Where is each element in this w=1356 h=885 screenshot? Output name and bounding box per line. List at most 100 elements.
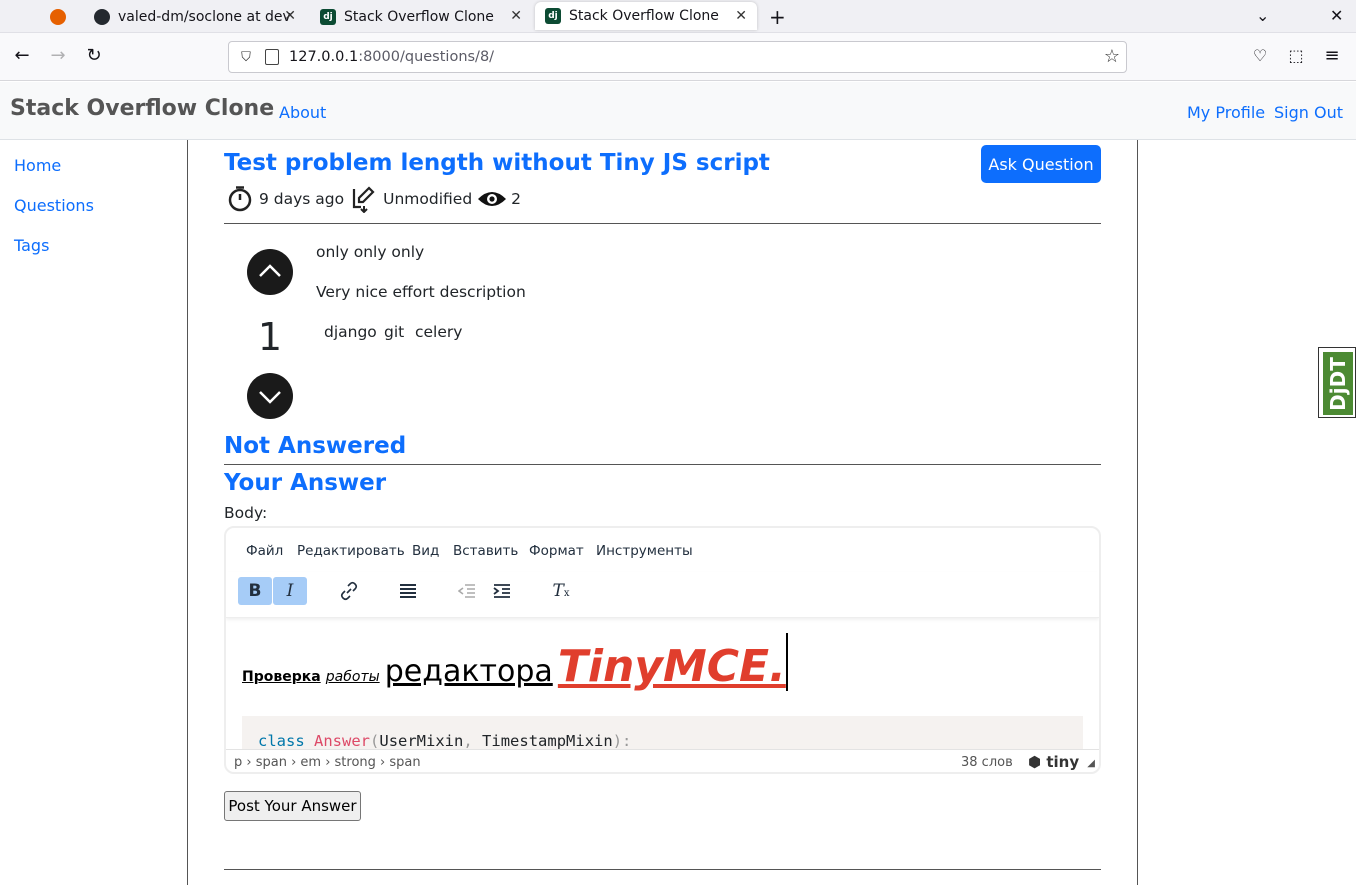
editor-toolbar: B I Tx [226, 572, 1099, 618]
close-window-icon[interactable]: ✕ [1330, 6, 1343, 25]
tag-celery[interactable]: celery [415, 323, 462, 341]
question-body-line: Very nice effort description [316, 283, 526, 301]
content-right-border [1137, 140, 1138, 885]
code-punct: ( [370, 732, 380, 749]
tag-django[interactable]: django [324, 323, 377, 341]
content-em: работы [325, 669, 380, 685]
editor-paragraph: Проверка работы редактора TinyMCE. [242, 633, 788, 692]
menu-file[interactable]: Файл [246, 543, 283, 559]
browser-tab-bar: valed-dm/soclone at dev ✕ dj Stack Overf… [0, 0, 1356, 33]
link-icon [340, 581, 358, 601]
django-icon: dj [320, 8, 336, 25]
chevron-down-icon[interactable]: ⌄ [1256, 6, 1269, 25]
created-time: 9 days ago [259, 190, 345, 208]
tag-git[interactable]: git [384, 323, 404, 341]
upvote-button[interactable] [247, 249, 293, 295]
tiny-logo[interactable]: ⬢ tiny [1028, 753, 1079, 771]
resize-handle-icon[interactable]: ◢ [1087, 758, 1095, 769]
tab-title: valed-dm/soclone at dev [118, 8, 291, 25]
question-title[interactable]: Test problem length without Tiny JS scri… [224, 150, 770, 176]
menu-edit[interactable]: Редактировать [297, 543, 405, 559]
new-tab-icon[interactable]: + [769, 5, 786, 29]
tab-stackoverflow-active[interactable]: dj Stack Overflow Clone ✕ [535, 2, 757, 30]
divider [224, 223, 1101, 224]
sidebar-item-home[interactable]: Home [14, 156, 61, 175]
tab-github[interactable]: valed-dm/soclone at dev ✕ [84, 0, 306, 33]
divider [224, 869, 1101, 870]
back-icon[interactable]: ← [10, 45, 34, 67]
divider [224, 464, 1101, 465]
django-debug-toolbar-handle[interactable]: DjDT [1318, 347, 1356, 418]
editor-statusbar: p › span › em › strong › span 38 слов ⬢ … [226, 749, 1099, 772]
close-icon[interactable]: ✕ [510, 8, 522, 24]
sidebar-item-tags[interactable]: Tags [14, 236, 49, 255]
clear-formatting-icon: Tx [552, 581, 570, 601]
pocket-icon[interactable]: ♡ [1248, 45, 1272, 67]
django-icon: dj [545, 8, 561, 24]
rich-text-editor[interactable]: Файл Редактировать Вид Вставить Формат И… [224, 526, 1101, 774]
code-arg: UserMixin [379, 732, 464, 749]
menu-view[interactable]: Вид [412, 543, 439, 559]
downvote-button[interactable] [247, 373, 293, 419]
ask-question-button[interactable]: Ask Question [981, 145, 1101, 183]
question-meta: 9 days ago Unmodified 2 [226, 186, 522, 213]
italic-button[interactable]: I [273, 577, 307, 605]
djdt-label: DjDT [1326, 356, 1351, 411]
github-icon [94, 8, 110, 25]
question-body-line: only only only [316, 243, 425, 261]
align-justify-icon [400, 584, 416, 598]
code-block: class Answer(UserMixin, TimestampMixin): [242, 716, 1083, 749]
tab-title: Stack Overflow Clone [569, 8, 719, 24]
link-button[interactable] [332, 577, 366, 605]
post-answer-button[interactable]: Post Your Answer [224, 791, 361, 821]
answers-status-heading: Not Answered [224, 433, 407, 459]
editor-menubar: Файл Редактировать Вид Вставить Формат И… [226, 528, 1099, 572]
code-punct: , [463, 732, 473, 749]
code-punct: ): [612, 732, 632, 749]
reload-icon[interactable]: ↻ [82, 45, 106, 67]
editor-content[interactable]: Проверка работы редактора TinyMCE. class… [226, 619, 1099, 749]
vote-count: 1 [257, 315, 283, 359]
outdent-button[interactable] [450, 577, 484, 605]
url-bar[interactable]: ⛉ 127.0.0.1:8000/questions/8/ ☆ [228, 41, 1127, 73]
clear-formatting-button[interactable]: Tx [544, 577, 578, 605]
content-large: редактора [384, 654, 553, 689]
bold-button[interactable]: B [238, 577, 272, 605]
indent-button[interactable] [485, 577, 519, 605]
eye-icon [478, 192, 507, 206]
tiny-logo-text: tiny [1046, 753, 1080, 771]
outdent-icon [458, 584, 475, 598]
firefox-icon [50, 8, 66, 25]
shield-icon: ⛉ [241, 49, 251, 65]
forward-icon[interactable]: → [46, 45, 70, 67]
body-label: Body: [224, 504, 268, 522]
extensions-icon[interactable]: ⬚ [1284, 45, 1308, 67]
code-class-name: Answer [314, 732, 371, 749]
content-strong: Проверка [242, 669, 321, 685]
content-red: TinyMCE. [557, 641, 786, 692]
word-count[interactable]: 38 слов [961, 755, 1013, 770]
menu-tools[interactable]: Инструменты [596, 543, 693, 559]
firefox-tab[interactable] [40, 0, 80, 33]
bookmark-star-icon[interactable]: ☆ [1104, 46, 1120, 67]
page-icon [265, 49, 279, 65]
chevron-up-icon [259, 264, 281, 277]
tab-stackoverflow-1[interactable]: dj Stack Overflow Clone ✕ [310, 0, 532, 33]
timer-icon [228, 186, 252, 212]
about-link[interactable]: About [279, 103, 326, 122]
sign-out-link[interactable]: Sign Out [1274, 103, 1343, 122]
close-icon[interactable]: ✕ [284, 8, 296, 24]
align-justify-button[interactable] [391, 577, 425, 605]
brand-logo[interactable]: Stack Overflow Clone [10, 96, 274, 121]
sidebar: Home Questions Tags [0, 140, 188, 885]
element-path[interactable]: p › span › em › strong › span [234, 755, 421, 770]
view-count: 2 [511, 190, 522, 208]
sidebar-item-questions[interactable]: Questions [14, 196, 94, 215]
my-profile-link[interactable]: My Profile [1187, 103, 1265, 122]
chevron-down-icon [259, 391, 281, 404]
tiny-logo-icon: ⬢ [1028, 753, 1047, 771]
close-icon[interactable]: ✕ [735, 8, 747, 24]
menu-insert[interactable]: Вставить [453, 543, 518, 559]
menu-icon[interactable]: ≡ [1320, 45, 1344, 67]
menu-format[interactable]: Формат [529, 543, 584, 559]
